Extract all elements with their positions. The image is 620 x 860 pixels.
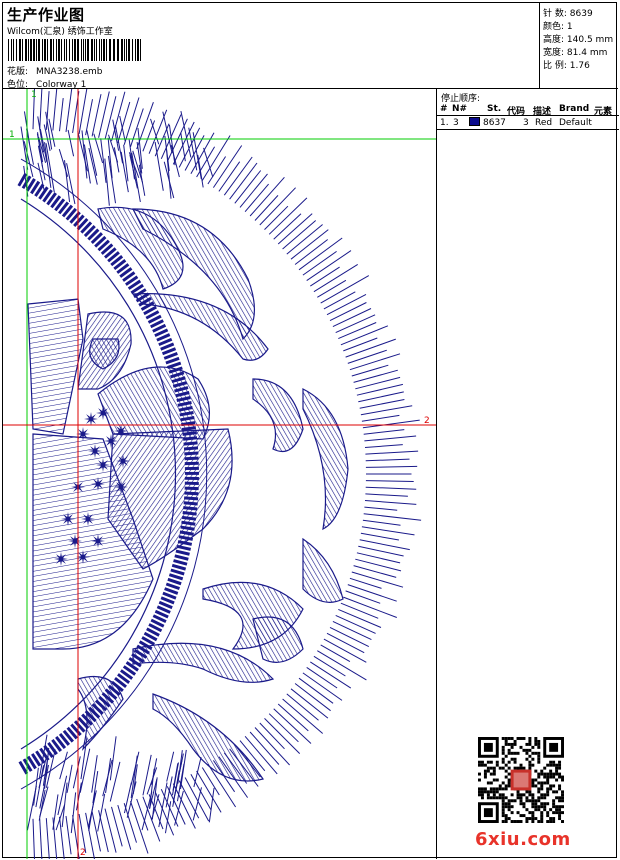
header-info: 生产作业图 Wilcom(汇泉) 绣饰工作室 花版: MNA3238.emb 色位… [3, 3, 540, 90]
spec-panel: 针 数: 8639 颜色: 1 高度: 140.5 mm 宽度: 81.4 mm… [540, 3, 618, 89]
spec-colors: 颜色: 1 [543, 19, 573, 32]
row-stitches: 8637 [483, 118, 506, 128]
work-sheet: 生产作业图 Wilcom(汇泉) 绣饰工作室 花版: MNA3238.emb 色位… [2, 2, 619, 860]
spec-value: 1.76 [569, 61, 590, 71]
row-index: 1. [440, 118, 449, 128]
spec-label: 宽度: [543, 48, 565, 58]
col-needle: N# [452, 104, 468, 114]
red-vertical-label: 2 [80, 848, 86, 858]
row-description: Red [535, 118, 553, 128]
spec-value: 81.4 mm [566, 48, 608, 58]
document-title: 生产作业图 [7, 6, 85, 24]
petal-upper [27, 298, 84, 435]
header-divider [437, 115, 619, 116]
barcode [8, 39, 141, 61]
col-brand: Brand [559, 104, 590, 114]
site-watermark: 6xiu.com [475, 829, 571, 850]
spec-height: 高度: 140.5 mm [543, 32, 613, 45]
design-file-row: 花版: MNA3238.emb [7, 64, 102, 77]
spec-value: 1 [566, 22, 573, 32]
green-horizontal-label: 1 [9, 130, 15, 140]
embroidery-design-area: 1 1 2 2 [3, 75, 436, 860]
col-index: # [440, 104, 448, 114]
spec-value: 8639 [569, 9, 593, 19]
row-code: 3 [523, 118, 529, 128]
studio-name: Wilcom(汇泉) 绣饰工作室 [7, 27, 113, 37]
spec-stitches: 针 数: 8639 [543, 6, 593, 19]
col-stitches: St. [487, 104, 502, 114]
row-brand: Default [559, 118, 592, 128]
design-file-label: 花版: [7, 67, 29, 77]
spec-value: 140.5 mm [566, 35, 614, 45]
stop-sequence-title: 停止顺序: [441, 94, 481, 104]
red-horizontal-label: 2 [424, 416, 430, 426]
green-vertical-label: 1 [31, 90, 37, 100]
qr-code [478, 737, 564, 823]
spec-width: 宽度: 81.4 mm [543, 45, 607, 58]
spec-label: 针 数: [543, 9, 567, 19]
thread-color-swatch [469, 117, 480, 126]
spec-label: 比 例: [543, 61, 567, 71]
embroidery-design [3, 75, 436, 860]
row-needle: 3 [453, 118, 459, 128]
row-divider [437, 129, 619, 130]
spec-label: 颜色: [543, 22, 565, 32]
spec-scale: 比 例: 1.76 [543, 58, 590, 71]
spec-label: 高度: [543, 35, 565, 45]
design-file-value: MNA3238.emb [36, 67, 103, 77]
